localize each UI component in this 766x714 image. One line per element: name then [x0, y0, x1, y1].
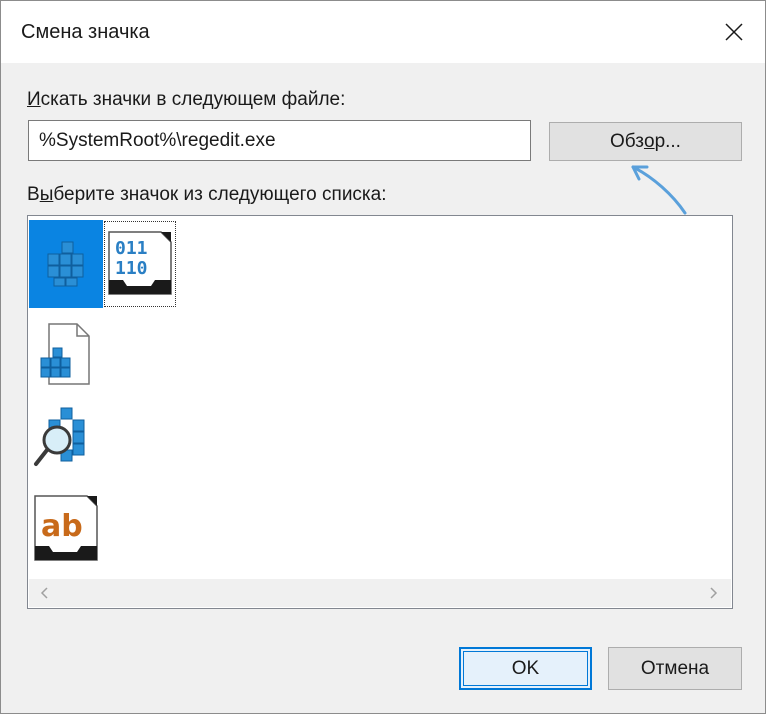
icon-item-binary-file[interactable]: 011 110	[103, 220, 177, 308]
registry-file-icon	[40, 323, 90, 385]
svg-text:ab: ab	[41, 509, 83, 544]
scroll-left-button[interactable]	[37, 585, 53, 601]
annotation-arrow-icon	[631, 165, 687, 215]
icon-item-registry-search[interactable]	[29, 398, 103, 486]
file-path-label: Искать значки в следующем файле:	[27, 89, 346, 110]
scroll-right-button[interactable]	[705, 585, 721, 601]
registry-editor-icon	[47, 241, 84, 287]
chevron-right-icon	[710, 587, 718, 599]
icon-list[interactable]: 011 110 ab	[27, 215, 733, 609]
close-icon	[725, 23, 743, 41]
binary-file-icon: 011 110	[108, 231, 172, 295]
icon-file-path-input[interactable]	[28, 120, 531, 161]
close-button[interactable]	[713, 13, 755, 51]
dialog-title: Смена значка	[21, 21, 150, 43]
ok-button[interactable]: OK	[459, 647, 592, 690]
icon-list-label: Выберите значок из следующего списка:	[27, 184, 387, 205]
icon-item-registry-file[interactable]	[29, 314, 103, 402]
string-value-icon: ab	[34, 495, 98, 561]
cancel-button[interactable]: Отмена	[608, 647, 742, 690]
registry-search-icon	[34, 407, 85, 466]
title-bar: Смена значка	[1, 1, 765, 63]
svg-text:110: 110	[115, 258, 148, 279]
chevron-left-icon	[40, 587, 48, 599]
change-icon-dialog: Смена значка Искать значки в следующем ф…	[0, 0, 766, 714]
svg-text:011: 011	[115, 238, 148, 259]
icon-item-registry-editor[interactable]	[29, 220, 103, 308]
horizontal-scrollbar[interactable]	[29, 579, 731, 607]
icon-item-string-value[interactable]: ab	[29, 486, 103, 574]
